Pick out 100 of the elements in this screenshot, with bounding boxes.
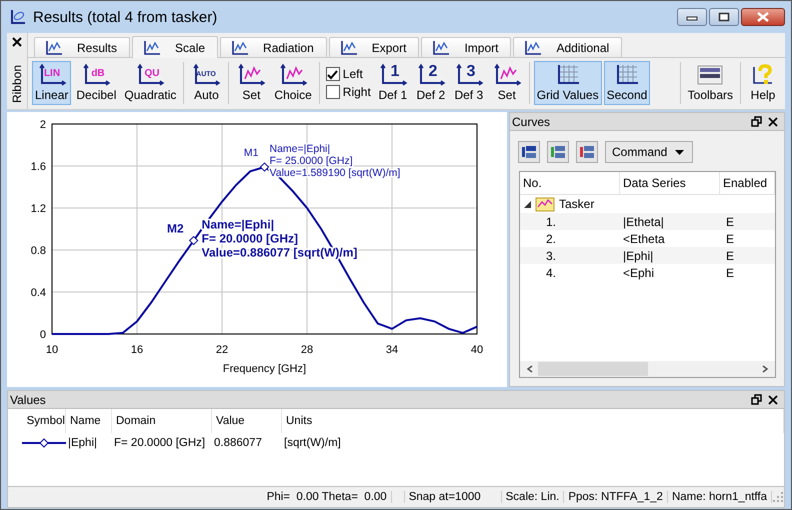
toolbar-button[interactable]: Second <box>604 61 650 105</box>
horizontal-scrollbar[interactable] <box>520 361 775 377</box>
toolbar-button[interactable]: LIN Linear <box>32 61 72 105</box>
marker-text: Name=|Ephi| <box>270 143 330 156</box>
checkbox[interactable]: Left <box>326 67 371 81</box>
toolbar-button[interactable]: 2 Def 2 <box>412 61 449 105</box>
expanded-arrow-icon[interactable] <box>524 200 531 208</box>
restore-icon[interactable] <box>751 394 762 405</box>
axes-icon <box>492 63 522 87</box>
column-header[interactable]: Domain <box>112 409 212 433</box>
command-dropdown[interactable]: Command <box>605 141 694 163</box>
x-tick-label: 10 <box>46 344 58 356</box>
marker-label: M2 <box>167 222 184 236</box>
x-tick-label: 40 <box>470 344 484 356</box>
toolbar-button[interactable]: Choice <box>271 61 315 105</box>
x-axis-label: Frequency [GHz] <box>222 363 306 375</box>
tab[interactable]: Export <box>328 37 420 57</box>
toolbar-button[interactable] <box>547 141 569 163</box>
toolbar-button[interactable]: dB Decibel <box>73 61 120 105</box>
table-cell-text: 0.886077 <box>213 437 263 449</box>
dropdown-caret-icon <box>675 150 684 154</box>
ribbon-label: Ribbon <box>10 65 24 104</box>
checkbox[interactable]: Right <box>326 85 371 99</box>
panel-title: Values <box>10 392 46 406</box>
table-cell-text: 1. <box>545 214 558 228</box>
chart-icon <box>524 40 542 56</box>
marker-label: M1 <box>244 147 258 160</box>
column-header[interactable]: Name <box>66 409 112 433</box>
column-header[interactable]: Value <box>212 409 282 433</box>
y-tick-label: 0.8 <box>30 245 46 257</box>
status-field: Ppos: NTFFA_1_2 <box>564 491 668 503</box>
column-header[interactable]: Symbol <box>8 409 66 433</box>
tab[interactable]: Import <box>421 37 512 57</box>
x-tick-label: 28 <box>300 344 314 356</box>
marker-text: F= 25.0000 [GHz] <box>270 155 353 168</box>
maximize-button[interactable] <box>709 8 739 26</box>
tab[interactable]: Results <box>34 37 130 57</box>
table-cell-text: F= 20.0000 [GHz] <box>113 437 206 449</box>
axes-icon <box>278 63 308 87</box>
resize-grip-icon[interactable] <box>772 491 784 503</box>
table-cell-text: 3. <box>545 248 558 262</box>
toolbar-button[interactable]: Grid Values <box>534 61 602 105</box>
close-button[interactable] <box>741 8 785 26</box>
chart-icon <box>143 40 162 56</box>
toolbar-button[interactable]: Set <box>233 61 270 105</box>
table-cell-text: E <box>725 214 736 228</box>
table-cell-text: |Ephi| <box>622 248 654 262</box>
table-cell-text: 2. <box>545 232 558 246</box>
y-tick-label: 0 <box>40 329 46 341</box>
folder-chart-icon <box>535 196 555 212</box>
tab[interactable]: Radiation <box>220 37 327 57</box>
y-tick-label: 0.4 <box>30 287 46 299</box>
toolbar-button[interactable] <box>576 141 598 163</box>
x-tick-label: 16 <box>130 344 144 356</box>
y-tick-label: 1.6 <box>30 161 46 173</box>
ribbon-strip[interactable]: Ribbon <box>7 33 28 109</box>
table-cell-text: E <box>725 266 736 280</box>
toolbar-button[interactable] <box>518 141 540 163</box>
table-cell-text: E <box>725 232 736 246</box>
status-field: Phi= 0.00 Theta= 0.00 <box>262 491 392 503</box>
toolbar-button[interactable]: Set <box>488 61 525 105</box>
column-header[interactable]: No. <box>520 172 620 194</box>
status-field: Scale: Lin. <box>502 491 564 503</box>
axes-icon <box>236 63 266 87</box>
toolbar-button[interactable]: 3 Def 3 <box>450 61 487 105</box>
list-icon <box>550 144 566 160</box>
restore-icon[interactable] <box>751 116 762 127</box>
window-title: Results (total 4 from tasker) <box>33 8 218 26</box>
toolbar-button[interactable]: 1 Def 1 <box>374 61 411 105</box>
table-cell-text: |Ephi| <box>67 437 98 449</box>
toolbar-button[interactable]: Help <box>745 61 781 105</box>
chart-icon <box>45 40 63 56</box>
toolbar-button[interactable]: QU Quadratic <box>121 61 180 105</box>
close-icon[interactable] <box>768 116 778 126</box>
chart-icon <box>432 40 450 56</box>
table-cell-text: E <box>725 248 736 262</box>
chart-icon <box>9 8 27 26</box>
minimize-button[interactable] <box>677 8 707 26</box>
toolbar-button[interactable]: Toolbars <box>684 61 736 105</box>
column-header[interactable]: Units <box>282 409 784 433</box>
table-cell-text: <Etheta <box>622 232 666 246</box>
tab[interactable]: Additional <box>513 37 622 57</box>
table-cell-text: <Ephi <box>622 266 656 280</box>
panel-title: Curves <box>512 114 550 128</box>
table-cell-text: |Etheta| <box>622 214 665 228</box>
tab[interactable]: Scale <box>132 36 218 58</box>
toolbars-icon <box>695 63 726 87</box>
chart-icon <box>340 40 358 56</box>
close-icon[interactable] <box>768 394 778 404</box>
table-cell-text: 4. <box>545 266 558 280</box>
column-header[interactable]: Data Series <box>620 172 720 194</box>
x-tick-label: 34 <box>386 344 398 356</box>
marker-icon <box>260 162 270 172</box>
chart-icon <box>231 40 250 56</box>
y-tick-label: 2 <box>40 119 46 131</box>
list-icon <box>521 144 537 160</box>
table-cell-text: [sqrt(W)/m] <box>283 437 342 449</box>
column-header[interactable]: Enabled <box>720 172 775 194</box>
tree-item[interactable]: Tasker <box>559 197 594 211</box>
check-icon <box>327 68 338 80</box>
